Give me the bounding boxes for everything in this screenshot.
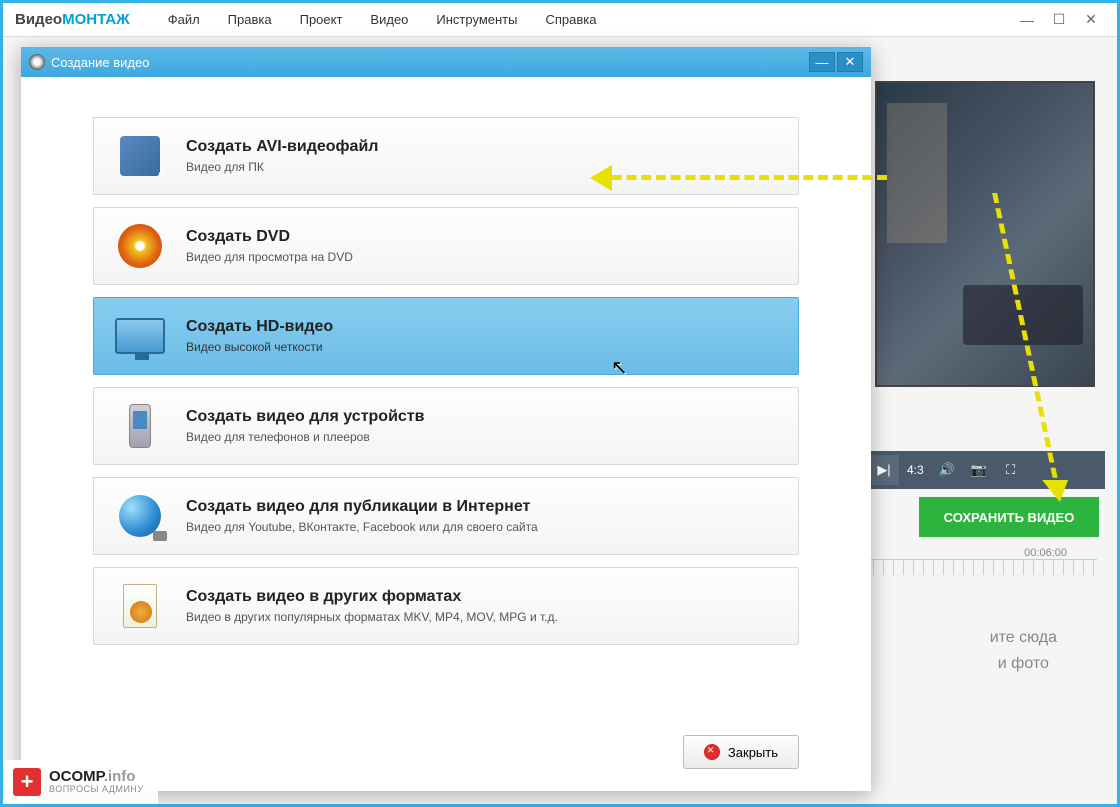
close-icon	[704, 744, 720, 760]
dialog-controls: — ✕	[809, 52, 863, 72]
minimize-button[interactable]: —	[1013, 10, 1041, 30]
close-label: Закрыть	[728, 745, 778, 760]
dialog-icon	[29, 54, 45, 70]
dialog-minimize-button[interactable]: —	[809, 52, 835, 72]
dialog-body: Создать AVI-видеофайл Видео для ПК Созда…	[21, 77, 871, 719]
option-devices[interactable]: Создать видео для устройств Видео для те…	[93, 387, 799, 465]
option-dvd[interactable]: Создать DVD Видео для просмотра на DVD	[93, 207, 799, 285]
globe-icon	[112, 492, 168, 540]
monitor-icon	[112, 312, 168, 360]
watermark: + OCOMP.info ВОПРОСЫ АДМИНУ	[3, 760, 158, 804]
option-desc: Видео для ПК	[186, 160, 378, 174]
dialog-close-button[interactable]: ✕	[837, 52, 863, 72]
option-desc: Видео для телефонов и плееров	[186, 430, 424, 444]
menu-edit[interactable]: Правка	[214, 12, 286, 27]
close-button[interactable]: Закрыть	[683, 735, 799, 769]
next-frame-button[interactable]: ▶|	[869, 455, 899, 485]
menu-project[interactable]: Проект	[286, 12, 357, 27]
drop-hint-line: и фото	[990, 651, 1057, 677]
menu-tools[interactable]: Инструменты	[422, 12, 531, 27]
option-title: Создать AVI-видеофайл	[186, 138, 378, 156]
annotation-arrow-horizontal	[597, 175, 887, 180]
phone-icon	[112, 402, 168, 450]
watermark-main: OCOMP.info	[49, 769, 144, 786]
logo-part1: Видео	[15, 11, 62, 28]
window-controls: — ☐ ✕	[1013, 10, 1105, 30]
dialog-titlebar[interactable]: Создание видео — ✕	[21, 47, 871, 77]
option-title: Создать видео в других форматах	[186, 588, 558, 606]
file-icon	[112, 582, 168, 630]
option-title: Создать HD-видео	[186, 318, 333, 336]
menu-file[interactable]: Файл	[154, 12, 214, 27]
watermark-plus-icon: +	[13, 768, 41, 796]
close-window-button[interactable]: ✕	[1077, 10, 1105, 30]
logo-part2: МОНТАЖ	[62, 11, 130, 28]
option-desc: Видео в других популярных форматах MKV, …	[186, 610, 558, 624]
option-avi[interactable]: Создать AVI-видеофайл Видео для ПК	[93, 117, 799, 195]
menu-help[interactable]: Справка	[531, 12, 610, 27]
drop-hint: ите сюда и фото	[990, 625, 1057, 676]
dialog-title: Создание видео	[51, 55, 149, 70]
option-other[interactable]: Создать видео в других форматах Видео в …	[93, 567, 799, 645]
menubar: ВидеоМОНТАЖ Файл Правка Проект Видео Инс…	[3, 3, 1117, 37]
watermark-sub: ВОПРОСЫ АДМИНУ	[49, 785, 144, 795]
maximize-button[interactable]: ☐	[1045, 10, 1073, 30]
option-internet[interactable]: Создать видео для публикации в Интернет …	[93, 477, 799, 555]
app-logo: ВидеоМОНТАЖ	[15, 11, 130, 28]
option-hd[interactable]: Создать HD-видео Видео высокой четкости	[93, 297, 799, 375]
option-desc: Видео для просмотра на DVD	[186, 250, 353, 264]
cursor-icon: ↖	[611, 355, 628, 380]
option-title: Создать видео для устройств	[186, 408, 424, 426]
option-desc: Видео для Youtube, ВКонтакте, Facebook и…	[186, 520, 538, 534]
option-title: Создать DVD	[186, 228, 353, 246]
option-desc: Видео высокой четкости	[186, 340, 333, 354]
main-window: ВидеоМОНТАЖ Файл Правка Проект Видео Инс…	[3, 3, 1117, 804]
drop-hint-line: ите сюда	[990, 625, 1057, 651]
create-video-dialog: Создание видео — ✕ Создать AVI-видеофайл…	[21, 47, 871, 791]
time-label: 00:06:00	[1024, 547, 1067, 559]
avi-icon	[112, 132, 168, 180]
dvd-icon	[112, 222, 168, 270]
option-title: Создать видео для публикации в Интернет	[186, 498, 538, 516]
aspect-ratio-label[interactable]: 4:3	[907, 463, 924, 477]
menu-video[interactable]: Видео	[356, 12, 422, 27]
